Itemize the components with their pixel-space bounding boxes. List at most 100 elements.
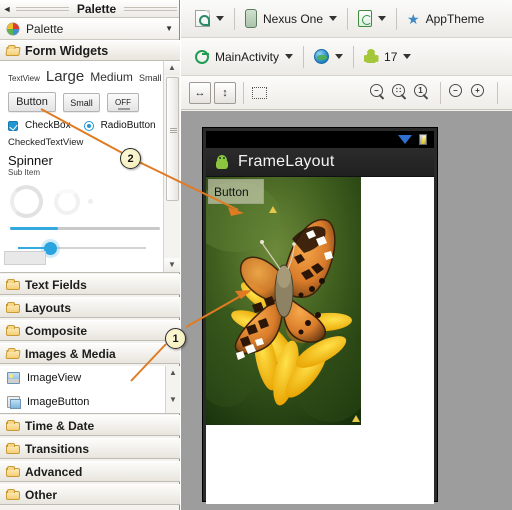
android-robot-icon: [214, 154, 230, 170]
textview-label[interactable]: TextView: [8, 74, 40, 83]
image-button-icon: [7, 396, 21, 409]
progress-ring-small[interactable]: [88, 199, 93, 204]
preview-button-widget[interactable]: Button: [208, 179, 264, 204]
device-action-bar: FrameLayout: [206, 148, 434, 177]
folder-icon: [6, 489, 20, 500]
toolbar-separator: [234, 7, 235, 30]
scroll-up-arrow-icon[interactable]: ▲: [166, 366, 180, 380]
scroll-up-arrow-icon[interactable]: ▲: [164, 61, 180, 75]
chevron-down-icon[interactable]: [285, 54, 294, 59]
button-samples-row: Button Small OFF: [6, 90, 156, 114]
device-content[interactable]: Button: [206, 177, 434, 504]
chevron-down-icon[interactable]: [216, 16, 224, 21]
show-outlines-button[interactable]: [248, 82, 270, 104]
preview-imageview[interactable]: Button: [206, 177, 361, 425]
activity-icon: [195, 49, 209, 64]
scroll-down-arrow-icon[interactable]: ▼: [166, 393, 180, 407]
progress-ring-medium[interactable]: [54, 189, 80, 215]
fit-vertical-button[interactable]: ↕: [214, 81, 236, 104]
chevron-down-icon[interactable]: [403, 54, 412, 59]
widget-partial-item[interactable]: [4, 251, 46, 265]
battery-icon: [419, 134, 427, 145]
widget-small-button[interactable]: Small: [63, 92, 100, 112]
palette-group-layouts[interactable]: Layouts: [0, 297, 180, 318]
chevron-down-icon[interactable]: ▼: [165, 24, 173, 33]
zoom-fit-button[interactable]: ∷: [392, 83, 410, 102]
show-outlines-icon: [251, 86, 267, 99]
palette-group-composite[interactable]: Composite: [0, 320, 180, 341]
editor-toolbar-bottom: ↔ ↕ – ∷ 1 – +: [181, 76, 512, 110]
palette-title-bar: ◄ Palette: [0, 0, 179, 18]
progress-ring-large[interactable]: [10, 185, 43, 218]
collapse-left-arrow-icon[interactable]: ◄: [0, 0, 14, 18]
textview-medium-label[interactable]: Medium: [90, 70, 133, 84]
zoom-actual-button[interactable]: 1: [414, 83, 432, 102]
palette-header[interactable]: Palette ▼: [0, 18, 179, 40]
textview-large-label[interactable]: Large: [46, 68, 84, 85]
toolbar-separator: [396, 7, 398, 30]
textview-small-label[interactable]: Small: [139, 73, 162, 83]
warning-triangle-icon: [352, 415, 360, 422]
palette-group-label: Form Widgets: [25, 43, 109, 58]
folder-icon: [6, 279, 20, 290]
folder-icon: [6, 443, 20, 454]
zoom-plus-button[interactable]: +: [471, 83, 489, 102]
orientation-selector[interactable]: [352, 4, 392, 34]
device-preview[interactable]: FrameLayout Button: [203, 128, 437, 504]
palette-group-time-date[interactable]: Time & Date: [0, 415, 180, 436]
orientation-icon: [358, 10, 373, 27]
textview-samples-row: TextView Large Medium Small: [6, 65, 161, 90]
star-icon: ★: [407, 10, 420, 27]
chevron-down-icon[interactable]: [378, 16, 387, 21]
form-widgets-body: TextView Large Medium Small Button Small…: [0, 61, 180, 273]
locale-selector[interactable]: [308, 42, 349, 72]
layout-config-button[interactable]: [189, 4, 230, 34]
palette-group-label: Text Fields: [25, 277, 87, 292]
progressbar-horizontal[interactable]: [6, 227, 160, 237]
widget-toggle-button[interactable]: OFF: [107, 92, 139, 112]
panel-title: Palette: [76, 1, 117, 16]
zoom-minus-icon: –: [453, 85, 458, 95]
fit-horizontal-button[interactable]: ↔: [189, 81, 211, 104]
zoom-fit-icon: ∷: [395, 85, 402, 95]
widget-button[interactable]: Button: [8, 92, 56, 112]
widget-checkedtextview[interactable]: CheckedTextView: [6, 133, 156, 149]
activity-label: MainActivity: [215, 49, 280, 64]
chevron-down-icon[interactable]: [335, 54, 344, 59]
images-media-scrollbar[interactable]: ▲ ▼: [165, 366, 180, 413]
scrollbar-thumb[interactable]: [166, 77, 179, 201]
zoom-plus-icon: +: [475, 85, 480, 95]
palette-group-images-media[interactable]: Images & Media: [0, 343, 180, 364]
widget-spinner-subitem[interactable]: Sub Item: [6, 168, 156, 179]
progressbar-samples: [6, 181, 156, 227]
chevron-down-icon[interactable]: [329, 16, 338, 21]
palette-group-form-widgets[interactable]: Form Widgets: [0, 40, 180, 61]
widget-radiobutton-label[interactable]: RadioButton: [101, 120, 156, 131]
scroll-down-arrow-icon[interactable]: ▼: [164, 258, 180, 272]
widget-checkbox-label[interactable]: CheckBox: [25, 120, 71, 131]
palette-group-label: Images & Media: [25, 346, 116, 361]
device-label: Nexus One: [263, 11, 324, 26]
device-selector[interactable]: Nexus One: [239, 4, 343, 34]
design-canvas[interactable]: FrameLayout Button: [181, 111, 512, 510]
api-level-selector[interactable]: 17: [358, 42, 417, 72]
palette-group-text-fields[interactable]: Text Fields: [0, 274, 180, 295]
theme-selector[interactable]: ★ AppTheme: [401, 4, 490, 34]
layout-config-icon: [195, 10, 210, 27]
widget-spinner[interactable]: Spinner: [6, 149, 156, 168]
zoom-minus-button[interactable]: –: [449, 83, 467, 102]
radio-icon[interactable]: [83, 120, 94, 131]
folder-icon: [6, 420, 20, 431]
palette-scrollbar[interactable]: ▲ ▼: [163, 61, 180, 272]
palette-item-imageview[interactable]: ImageView: [0, 366, 180, 390]
palette-group-label: Layouts: [25, 300, 72, 315]
palette-group-advanced[interactable]: Advanced: [0, 461, 180, 482]
activity-selector[interactable]: MainActivity: [189, 42, 299, 72]
checkbox-icon[interactable]: [8, 120, 18, 131]
toolbar-separator: [347, 7, 349, 30]
palette-panel: ◄ Palette Palette ▼ Form Widgets TextVie…: [0, 0, 180, 510]
palette-item-imagebutton[interactable]: ImageButton: [0, 390, 180, 413]
zoom-out-fit-button[interactable]: –: [370, 83, 388, 102]
palette-group-other[interactable]: Other: [0, 484, 180, 505]
palette-group-transitions[interactable]: Transitions: [0, 438, 180, 459]
